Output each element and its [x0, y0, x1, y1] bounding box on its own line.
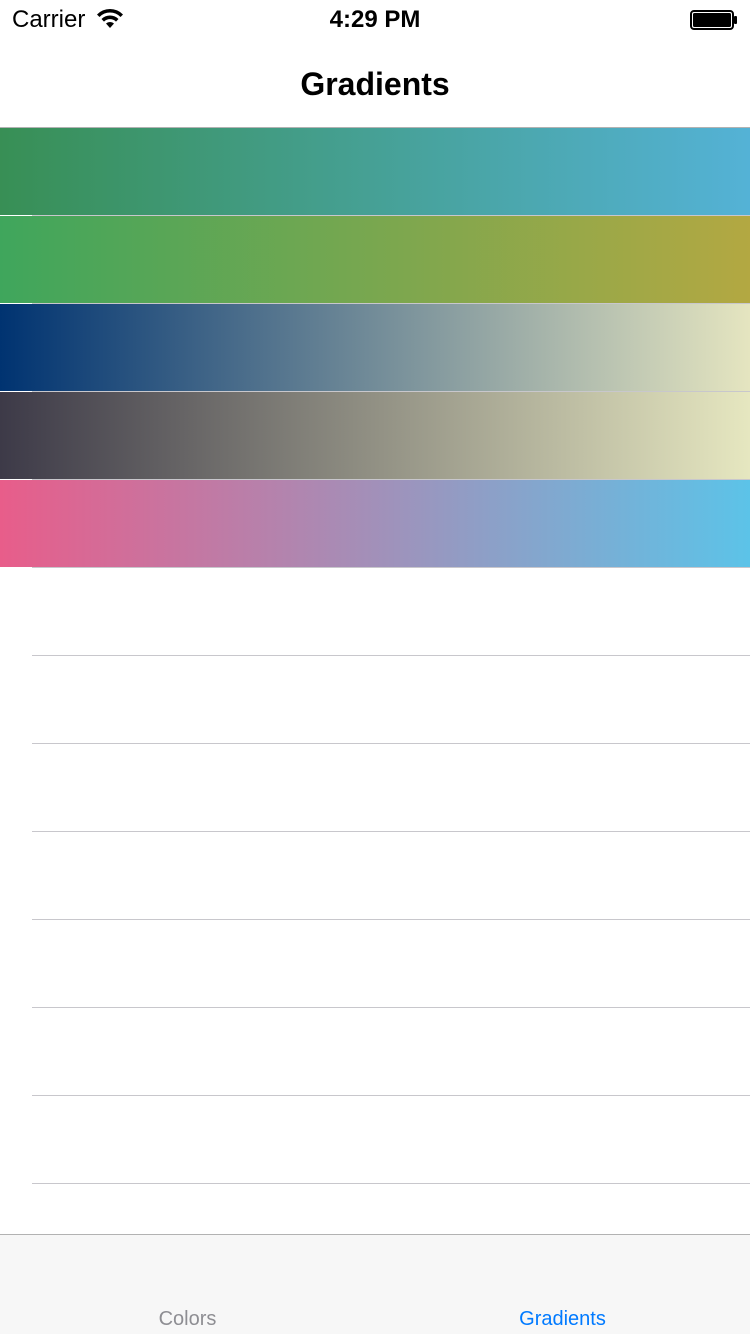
- empty-row: [0, 1096, 750, 1184]
- clock-label: 4:29 PM: [329, 6, 421, 33]
- empty-row: [0, 656, 750, 744]
- status-bar: Carrier 4:29 PM: [0, 0, 750, 40]
- battery-icon: [690, 10, 738, 30]
- empty-row: [0, 744, 750, 832]
- empty-row: [0, 1008, 750, 1096]
- gradient-row[interactable]: [0, 216, 750, 304]
- page-title: Gradients: [300, 66, 450, 102]
- gradient-swatch: [0, 392, 750, 479]
- gradient-swatch: [0, 480, 750, 567]
- gradient-swatch: [0, 304, 750, 391]
- tab-gradients[interactable]: Gradients: [375, 1235, 750, 1334]
- gradient-row[interactable]: [0, 304, 750, 392]
- gradient-swatch: [0, 216, 750, 303]
- empty-row: [0, 568, 750, 656]
- tab-bar: Colors Gradients: [0, 1234, 750, 1334]
- screen: Carrier 4:29 PM Gradients Colors Gradien…: [0, 0, 750, 1334]
- gradient-row[interactable]: [0, 128, 750, 216]
- tab-colors-label: Colors: [158, 1308, 217, 1330]
- gradient-row[interactable]: [0, 480, 750, 568]
- gradient-swatch: [0, 128, 750, 215]
- tab-gradients-label: Gradients: [519, 1308, 606, 1330]
- empty-row: [0, 920, 750, 1008]
- empty-row: [0, 832, 750, 920]
- gradient-row[interactable]: [0, 392, 750, 480]
- tab-colors[interactable]: Colors: [0, 1235, 375, 1334]
- row-separator: [32, 1183, 750, 1184]
- gradient-table[interactable]: [0, 128, 750, 1234]
- navigation-bar: Gradients: [0, 40, 750, 128]
